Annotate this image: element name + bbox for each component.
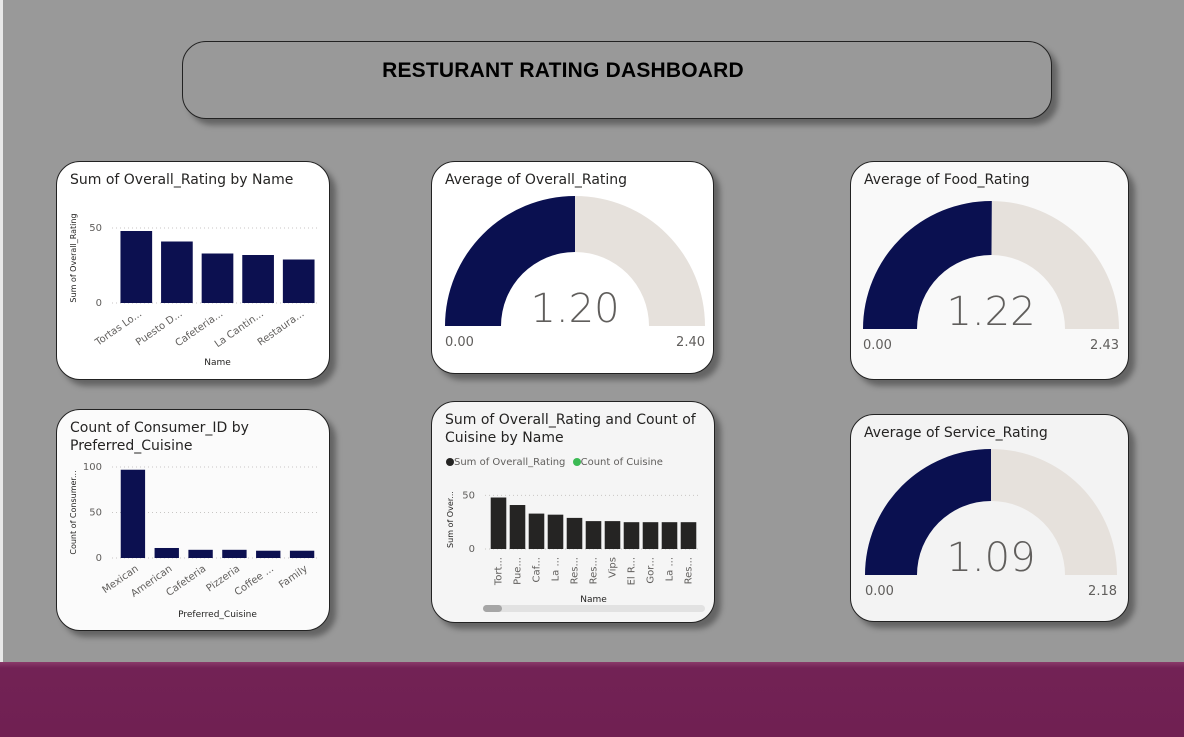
gauge-value: 1.22 (946, 289, 1035, 335)
bar[interactable] (289, 550, 315, 558)
card-avg-overall-rating[interactable]: Average of Overall_Rating 1.20 0.00 2.40 (431, 161, 714, 374)
bar[interactable] (120, 231, 153, 303)
y-tick-label: 100 (83, 462, 102, 473)
bar[interactable] (282, 259, 315, 304)
gauge-avg-food-rating[interactable]: 1.22 0.00 2.43 (851, 162, 1129, 380)
bar[interactable] (661, 522, 678, 549)
bar[interactable] (547, 514, 564, 549)
card-avg-service-rating[interactable]: Average of Service_Rating 1.09 0.00 2.18 (850, 414, 1129, 622)
gauge-min-label: 0.00 (445, 335, 474, 350)
card-rating-and-cuisine-by-name[interactable]: Sum of Overall_Rating and Count of Cuisi… (431, 401, 715, 623)
bar[interactable] (604, 521, 621, 549)
y-tick-label: 0 (96, 553, 102, 564)
gauge-max-label: 2.18 (1088, 584, 1117, 599)
y-tick-label: 0 (96, 298, 102, 309)
bar[interactable] (490, 497, 507, 549)
gauge-max-label: 2.40 (676, 335, 705, 350)
horizontal-scrollbar[interactable] (483, 605, 705, 612)
y-tick-label: 0 (469, 544, 475, 555)
dashboard-title: RESTURANT RATING DASHBOARD (382, 59, 744, 82)
card-consumer-by-cuisine[interactable]: Count of Consumer_ID by Preferred_Cuisin… (56, 409, 330, 631)
x-axis-title: Preferred_Cuisine (178, 610, 257, 620)
gauge-avg-overall-rating[interactable]: 1.20 0.00 2.40 (432, 162, 714, 374)
bar[interactable] (222, 549, 247, 558)
y-tick-label: 50 (89, 508, 102, 519)
y-axis-title: Sum of Overall_Rating (69, 213, 78, 302)
bar-chart-rating-and-cuisine[interactable]: 0 50 Tort... Pue... Caf... La ... Res... Res...… (432, 402, 715, 623)
x-tick-label: Res... (684, 557, 695, 584)
bar[interactable] (161, 241, 193, 304)
scrollbar-thumb[interactable] (483, 605, 502, 612)
x-tick-label: Res... (570, 557, 581, 584)
card-rating-by-name[interactable]: Sum of Overall_Rating by Name 0 50 Tortas … (56, 161, 330, 380)
bar[interactable] (680, 522, 697, 549)
y-axis-title: Count of Consumer... (69, 470, 78, 554)
y-tick-label: 50 (89, 223, 102, 234)
bar[interactable] (642, 522, 659, 549)
bar[interactable] (623, 522, 640, 549)
footer-band (0, 662, 1184, 737)
gauge-min-label: 0.00 (863, 338, 892, 353)
x-tick-label: El R... (627, 557, 638, 585)
gauge-max-label: 2.43 (1090, 338, 1119, 353)
bar[interactable] (201, 253, 234, 304)
gauge-value: 1.09 (946, 535, 1035, 581)
x-tick-label: Vips (608, 557, 619, 578)
x-tick-label: Tort... (494, 557, 505, 586)
x-tick-label: La ... (551, 557, 562, 581)
gauge-min-label: 0.00 (865, 584, 894, 599)
x-tick-label: La ... (665, 557, 676, 581)
bar-chart-consumer-by-cuisine[interactable]: 050100MexicanAmericanCafeteriaPizzeriaCo… (57, 410, 330, 631)
x-tick-label: Family (277, 563, 310, 591)
gauge-avg-service-rating[interactable]: 1.09 0.00 2.18 (851, 415, 1129, 622)
bar[interactable] (566, 517, 583, 549)
gauge-value: 1.20 (530, 286, 619, 332)
x-tick-label: Caf... (532, 557, 543, 582)
report-canvas: RESTURANT RATING DASHBOARD Sum of Overal… (0, 0, 1184, 737)
bar[interactable] (509, 505, 526, 549)
bar[interactable] (154, 547, 179, 558)
bar[interactable] (120, 469, 146, 558)
x-axis-title: Name (580, 595, 607, 605)
card-avg-food-rating[interactable]: Average of Food_Rating 1.22 0.00 2.43 (850, 161, 1129, 380)
bar[interactable] (528, 513, 545, 549)
x-tick-label: Pue... (513, 557, 524, 585)
bar-chart-rating-by-name[interactable]: 050Tortas Lo...Puesto D...Cafeteria...La… (57, 162, 330, 380)
bar[interactable] (585, 521, 602, 549)
x-tick-label: Res... (589, 557, 600, 584)
y-axis-title: Sum of Over... (446, 491, 455, 548)
bar[interactable] (256, 550, 281, 558)
bar[interactable] (242, 255, 274, 303)
y-tick-label: 50 (462, 490, 475, 501)
bar[interactable] (188, 549, 213, 558)
x-tick-label: Gor... (646, 557, 657, 584)
x-axis-title: Name (204, 358, 231, 368)
dashboard-title-box: RESTURANT RATING DASHBOARD (182, 41, 1052, 119)
